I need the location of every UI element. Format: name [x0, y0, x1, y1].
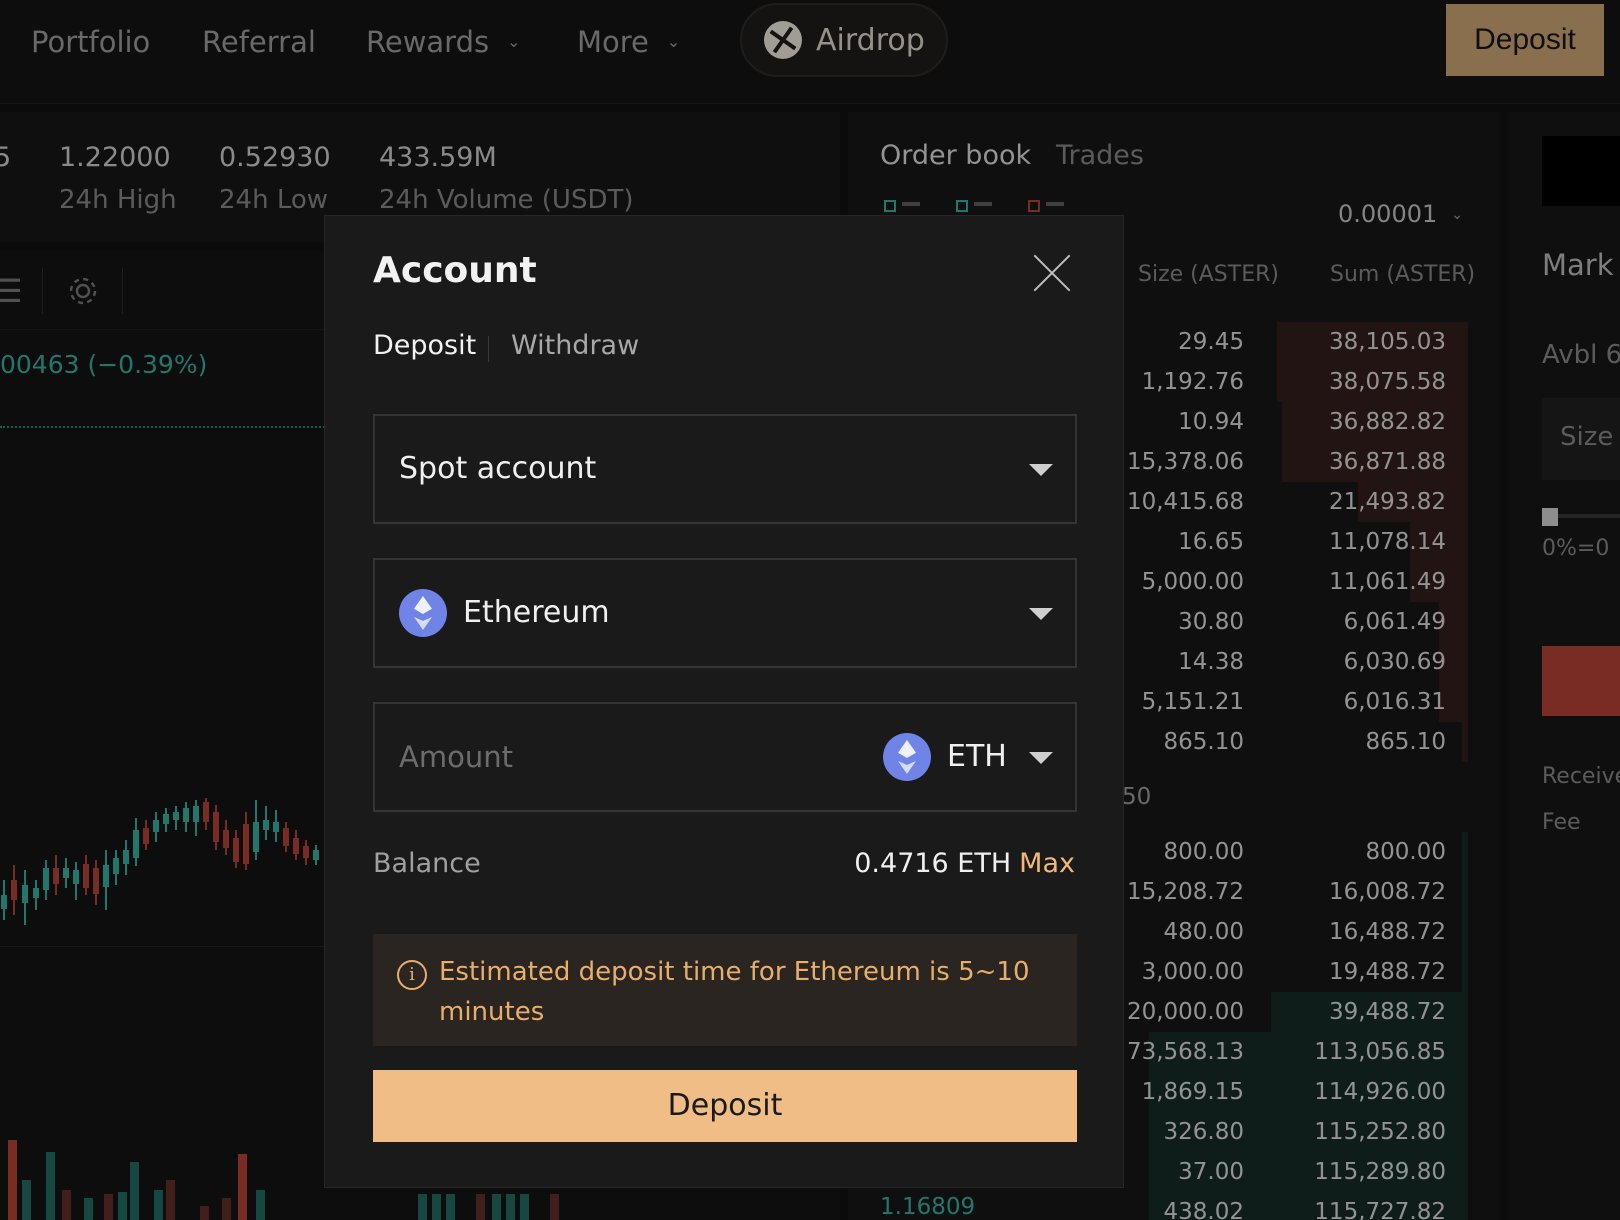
amount-field: ETH — [373, 702, 1077, 812]
caret-down-icon — [1029, 608, 1053, 620]
tab-deposit[interactable]: Deposit — [373, 330, 476, 361]
account-modal: Account Deposit Withdraw Spot account Et… — [324, 215, 1124, 1188]
balance-readout: 0.4716 ETH Max — [854, 848, 1075, 879]
max-link[interactable]: Max — [1019, 848, 1075, 879]
modal-title: Account — [373, 250, 537, 291]
account-select[interactable]: Spot account — [373, 414, 1077, 524]
close-icon[interactable] — [1033, 254, 1071, 292]
network-select-value: Ethereum — [463, 595, 610, 630]
network-select[interactable]: Ethereum — [373, 558, 1077, 668]
tab-withdraw[interactable]: Withdraw — [511, 330, 639, 361]
balance-label: Balance — [373, 848, 481, 879]
deposit-submit-button[interactable]: Deposit — [373, 1070, 1077, 1142]
info-icon: i — [397, 960, 427, 990]
account-select-value: Spot account — [399, 451, 597, 486]
deposit-time-notice: i Estimated deposit time for Ethereum is… — [373, 934, 1077, 1046]
ethereum-icon — [399, 589, 447, 637]
caret-down-icon — [1029, 752, 1053, 764]
tab-divider — [488, 336, 489, 362]
caret-down-icon — [1029, 464, 1053, 476]
ethereum-icon — [883, 733, 931, 781]
amount-input[interactable] — [399, 704, 849, 810]
balance-value: 0.4716 ETH — [854, 848, 1012, 879]
notice-text: Estimated deposit time for Ethereum is 5… — [439, 957, 1030, 1027]
asset-select-value: ETH — [947, 739, 1007, 774]
